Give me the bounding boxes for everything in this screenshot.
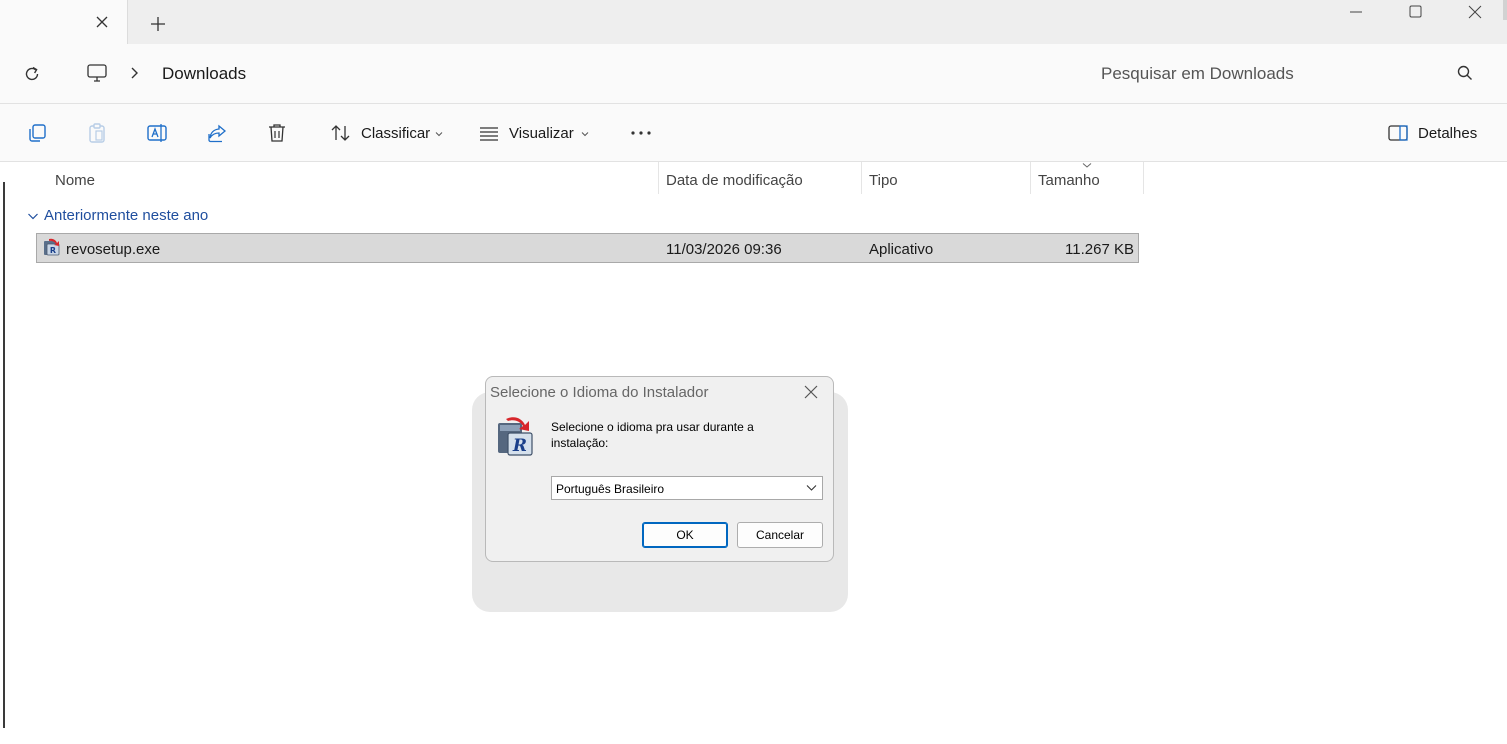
command-bar: Classificar Visualizar Detalhes bbox=[0, 104, 1507, 162]
dialog-message: Selecione o idioma pra usar durante a in… bbox=[551, 420, 754, 450]
column-header-name[interactable]: Nome bbox=[55, 172, 95, 189]
window-edge bbox=[1503, 0, 1507, 20]
navigation-pane-edge[interactable] bbox=[3, 182, 5, 728]
breadcrumb-chevron-icon[interactable] bbox=[128, 64, 142, 82]
group-collapse-chevron-icon[interactable] bbox=[27, 212, 39, 221]
file-modified: 11/03/2026 09:36 bbox=[666, 241, 782, 258]
breadcrumb-downloads[interactable]: Downloads bbox=[162, 64, 246, 84]
column-header-size[interactable]: Tamanho bbox=[1038, 172, 1100, 189]
sort-chevron-icon[interactable] bbox=[435, 130, 443, 138]
revo-installer-icon: R bbox=[44, 238, 60, 256]
sort-icon[interactable] bbox=[330, 122, 352, 144]
share-icon[interactable] bbox=[206, 122, 228, 144]
title-bar bbox=[0, 0, 1507, 44]
details-button[interactable]: Detalhes bbox=[1418, 125, 1477, 142]
revo-uninstaller-icon: R bbox=[498, 417, 533, 456]
column-separator[interactable] bbox=[861, 162, 862, 194]
copy-icon[interactable] bbox=[26, 122, 48, 144]
file-name: revosetup.exe bbox=[66, 241, 161, 258]
column-header-type[interactable]: Tipo bbox=[869, 172, 898, 189]
file-row-revosetup[interactable]: R revosetup.exe 11/03/2026 09:36 Aplicat… bbox=[36, 233, 1139, 263]
file-type: Aplicativo bbox=[869, 241, 934, 258]
chevron-down-icon[interactable] bbox=[806, 484, 817, 492]
dialog-title: Selecione o Idioma do Instalador bbox=[490, 384, 709, 401]
svg-text:R: R bbox=[512, 436, 527, 456]
column-separator[interactable] bbox=[1030, 162, 1031, 194]
group-header[interactable]: Anteriormente neste ano bbox=[44, 207, 208, 224]
more-options-icon[interactable] bbox=[630, 122, 652, 144]
paste-icon bbox=[89, 123, 105, 143]
search-icon[interactable] bbox=[1456, 64, 1474, 82]
view-chevron-icon[interactable] bbox=[581, 130, 589, 138]
dialog-close-icon[interactable] bbox=[802, 383, 820, 401]
language-select-value: Português Brasileiro bbox=[556, 482, 665, 496]
column-separator[interactable] bbox=[658, 162, 659, 194]
minimize-icon[interactable] bbox=[1346, 2, 1366, 22]
window-close-icon[interactable] bbox=[1465, 2, 1485, 22]
address-bar: Downloads bbox=[0, 44, 1507, 104]
refresh-icon[interactable] bbox=[22, 64, 42, 84]
column-header-modified[interactable]: Data de modificação bbox=[666, 172, 803, 189]
column-separator[interactable] bbox=[1143, 162, 1144, 194]
ok-button[interactable]: OK bbox=[642, 522, 728, 548]
cancel-button[interactable]: Cancelar bbox=[737, 522, 823, 548]
delete-icon[interactable] bbox=[266, 122, 288, 144]
view-icon[interactable] bbox=[478, 122, 500, 144]
tab-close-icon[interactable] bbox=[92, 12, 112, 32]
rename-icon[interactable] bbox=[146, 122, 168, 144]
new-tab-icon[interactable] bbox=[148, 14, 168, 34]
view-button[interactable]: Visualizar bbox=[509, 125, 574, 142]
search-input[interactable] bbox=[1090, 54, 1480, 94]
browser-tab-downloads[interactable] bbox=[0, 0, 128, 44]
file-size: 11.267 KB bbox=[1065, 241, 1134, 258]
this-pc-icon[interactable] bbox=[86, 62, 108, 84]
sort-indicator-icon bbox=[1082, 163, 1092, 168]
sort-button[interactable]: Classificar bbox=[361, 125, 430, 142]
details-pane-icon[interactable] bbox=[1387, 122, 1409, 144]
svg-text:R: R bbox=[50, 246, 56, 255]
language-select[interactable]: Português Brasileiro bbox=[551, 476, 823, 500]
language-dialog: Selecione o Idioma do Instalador R Selec… bbox=[485, 376, 834, 562]
maximize-icon[interactable] bbox=[1406, 2, 1426, 22]
